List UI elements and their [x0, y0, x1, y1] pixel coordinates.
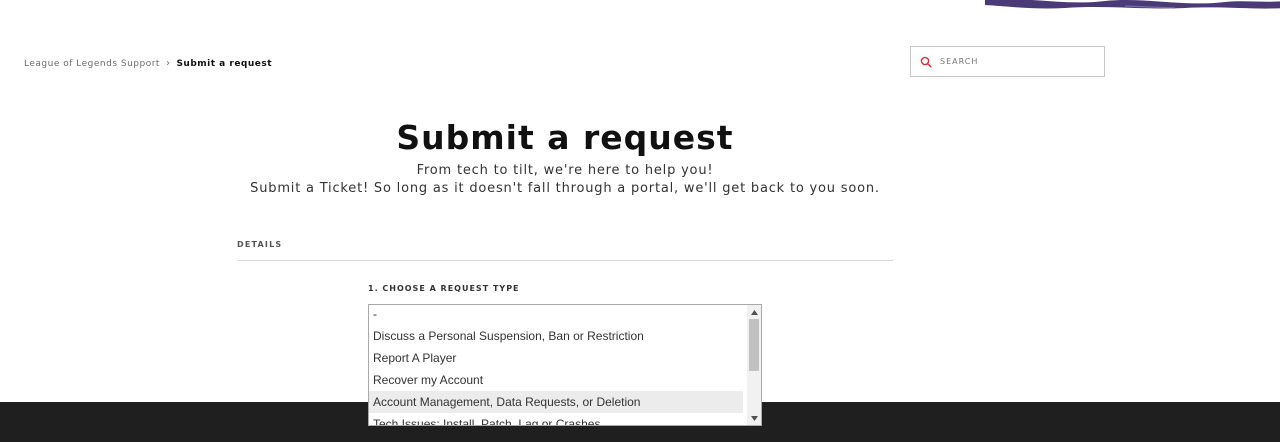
- page-subtitle-line1: From tech to tilt, we're here to help yo…: [416, 163, 714, 178]
- search-icon[interactable]: [920, 56, 932, 68]
- breadcrumb: League of Legends Support › Submit a req…: [24, 58, 272, 69]
- breadcrumb-link-support-home[interactable]: League of Legends Support: [24, 59, 160, 69]
- breadcrumb-separator-icon: ›: [165, 58, 171, 69]
- request-type-option[interactable]: Discuss a Personal Suspension, Ban or Re…: [369, 325, 743, 347]
- search-input[interactable]: [938, 56, 1092, 67]
- request-type-option[interactable]: Tech Issues: Install, Patch, Lag or Cras…: [369, 413, 743, 425]
- scroll-down-arrow-icon[interactable]: [747, 412, 761, 424]
- page-subtitle-line2: Submit a Ticket! So long as it doesn't f…: [250, 181, 880, 196]
- details-section-label: DETAILS: [237, 240, 283, 249]
- section-divider: [237, 260, 893, 261]
- search-box[interactable]: [910, 46, 1105, 77]
- request-type-option[interactable]: -: [369, 305, 743, 325]
- breadcrumb-current-page: Submit a request: [176, 58, 273, 69]
- request-type-listbox[interactable]: - Discuss a Personal Suspension, Ban or …: [368, 304, 762, 426]
- request-type-option[interactable]: Report A Player: [369, 347, 743, 369]
- decorative-brush-stroke: [985, 0, 1280, 9]
- scrollbar-thumb[interactable]: [749, 319, 759, 371]
- scroll-up-arrow-icon[interactable]: [747, 306, 761, 318]
- request-type-label: 1. CHOOSE A REQUEST TYPE: [368, 284, 520, 293]
- request-type-option-highlighted[interactable]: Account Management, Data Requests, or De…: [369, 391, 743, 413]
- page-title: Submit a request: [396, 118, 734, 157]
- listbox-scrollbar[interactable]: [747, 305, 761, 425]
- request-type-option[interactable]: Recover my Account: [369, 369, 743, 391]
